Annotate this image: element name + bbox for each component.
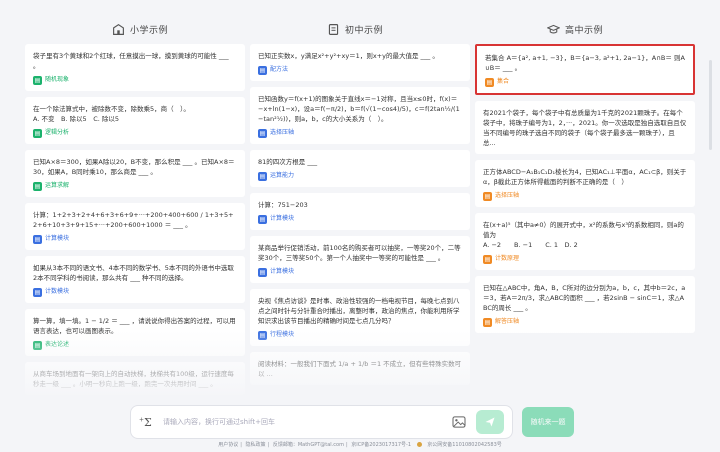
question-card[interactable]: 已知函数y＝f(x+1)的图象关于直线x＝−1对称，且当x≤0时，f(x)＝−x… bbox=[250, 87, 470, 144]
header-primary-label: 小学示例 bbox=[129, 25, 168, 36]
question-card[interactable]: 正方体ABCD−A₁B₁C₁D₁棱长为4，已知AC₁⊥平面α，AC₁⊂β，则关于… bbox=[475, 160, 695, 207]
footer-police-record[interactable]: 京公网安备11010802042583号 bbox=[427, 442, 502, 448]
header-high[interactable]: 高中示例 bbox=[475, 18, 675, 40]
question-text: 阅读材料：一般我们下面式 1/a + 1/b ＝1 不成立，但有些特殊实数可以 … bbox=[258, 360, 462, 378]
tag-badge[interactable]: ▤ 运算求解 bbox=[33, 181, 69, 191]
question-text: 从商车场到地面有一架向上的自动扶梯，扶梯共有100级，运行速度每秒走一级 ___… bbox=[33, 370, 234, 388]
question-text: 已知在△ABC中，角A，B，C所对的边分别为a，b，c，其中b＝2c，a＝3，若… bbox=[483, 284, 686, 312]
tag-badge[interactable]: ▤ 计算模块 bbox=[258, 267, 294, 277]
question-input-bar: +Σ bbox=[130, 405, 513, 439]
image-upload-icon[interactable] bbox=[452, 416, 466, 428]
tag-icon: ▤ bbox=[483, 254, 492, 264]
question-card[interactable]: 从商车场到地面有一架向上的自动扶梯，扶梯共有100级，运行速度每秒走一级 ___… bbox=[25, 362, 245, 395]
footer-privacy-policy[interactable]: 隐私政策 bbox=[246, 442, 266, 448]
question-text: 计算：751−203 bbox=[258, 201, 308, 209]
tag-icon: ▤ bbox=[258, 171, 267, 181]
tag-icon: ▤ bbox=[258, 330, 267, 340]
tag-badge[interactable]: ▤ 表达论述 bbox=[33, 340, 69, 350]
question-card[interactable]: 央视《焦点访谈》是时事、政治性较强的一档电视节目，每晚七点到八点之间时针与分针重… bbox=[250, 289, 470, 346]
high-school-icon bbox=[546, 24, 560, 33]
question-card[interactable]: 已知正实数x，y满足x²+y²+xy＝1，则x+y的最大值是 ___ 。 ▤ 配方… bbox=[250, 44, 470, 81]
primary-column: 袋子里有3个黄球和2个红球，任意摸出一球，摸到黄球的可能性 ___ 。 ▤ 随机现… bbox=[25, 44, 245, 401]
tag-badge[interactable]: ▤ 逻辑分析 bbox=[33, 128, 69, 138]
tag-badge[interactable]: ▤ 计数模块 bbox=[33, 287, 69, 297]
tag-icon: ▤ bbox=[33, 287, 42, 297]
question-card[interactable]: 计算：1+2+3+2+4+6+3+6+9+···+200+400+600 / 1… bbox=[25, 203, 245, 250]
footer-icp[interactable]: 京ICP备2023017317号-1 bbox=[351, 442, 411, 448]
tag-icon: ▤ bbox=[258, 65, 267, 75]
tag-icon: ▤ bbox=[33, 181, 42, 191]
police-badge-icon bbox=[416, 442, 422, 447]
footer-feedback-email: 反馈邮箱：MathGPT@tal.com bbox=[272, 442, 344, 448]
send-icon bbox=[485, 417, 495, 427]
question-text: 在(x+a)⁵（其中a≠0）的展开式中，x²的系数与x³的系数相同，则a的值为 bbox=[483, 221, 684, 239]
question-card[interactable]: 在一个除法算式中，被除数不变，除数乘5，商（ ）。 A. 不变 B. 除以5 C… bbox=[25, 97, 245, 144]
question-card[interactable]: 阅读材料：一般我们下面式 1/a + 1/b ＝1 不成立，但有些特殊实数可以 … bbox=[250, 352, 470, 385]
tag-icon: ▤ bbox=[33, 340, 42, 350]
question-card[interactable]: 在(x+a)⁵（其中a≠0）的展开式中，x²的系数与x³的系数相同，则a的值为 … bbox=[475, 213, 695, 270]
question-text: 已知正实数x，y满足x²+y²+xy＝1，则x+y的最大值是 ___ 。 bbox=[258, 52, 439, 60]
tag-badge[interactable]: ▤ 运算能力 bbox=[258, 171, 294, 181]
footer-user-agreement[interactable]: 用户协议 bbox=[218, 442, 238, 448]
question-text: 袋子里有3个黄球和2个红球，任意摸出一球，摸到黄球的可能性 ___ 。 bbox=[33, 52, 229, 70]
question-card[interactable]: 已知在△ABC中，角A，B，C所对的边分别为a，b，c，其中b＝2c，a＝3，若… bbox=[475, 276, 695, 333]
tag-icon: ▤ bbox=[258, 214, 267, 224]
question-text: 81的四次方根是 ___ bbox=[258, 158, 318, 166]
question-options: A. −2 B. −1 C. 1 D. 2 bbox=[483, 241, 578, 249]
middle-school-icon bbox=[328, 23, 339, 35]
tag-icon: ▤ bbox=[483, 317, 492, 327]
tag-badge[interactable]: ▤ 选择压轴 bbox=[483, 191, 519, 201]
tag-badge[interactable]: ▤ 选择压轴 bbox=[258, 128, 294, 138]
question-text: 计算：1+2+3+2+4+6+3+6+9+···+200+400+600 / 1… bbox=[33, 211, 234, 229]
high-column: 若集合 A＝{a², a+1, −3}，B＝{a−3, a²+1, 2a−1}，… bbox=[475, 44, 695, 339]
question-card[interactable]: 计算：751−203 ▤ 计算模块 bbox=[250, 193, 470, 230]
question-text: 算一算，填一填。1 − 1/2 ＝ ___ ，请说说你得出答案的过程，可以用语言… bbox=[33, 317, 236, 335]
question-card[interactable]: 如果从3本不同的语文书、4本不同的数学书、5本不同的外语书中选取2本不同学科的书… bbox=[25, 256, 245, 303]
middle-column: 已知正实数x，y满足x²+y²+xy＝1，则x+y的最大值是 ___ 。 ▤ 配方… bbox=[250, 44, 470, 391]
question-text: 如果从3本不同的语文书、4本不同的数学书、5本不同的外语书中选取2本不同学科的书… bbox=[33, 264, 234, 282]
question-text: 已知函数y＝f(x+1)的图象关于直线x＝−1对称，且当x≤0时，f(x)＝−x… bbox=[258, 95, 460, 123]
tag-icon: ▤ bbox=[258, 128, 267, 138]
tag-icon: ▤ bbox=[485, 77, 494, 87]
tag-badge[interactable]: ▤ 计算模块 bbox=[258, 214, 294, 224]
question-text: 正方体ABCD−A₁B₁C₁D₁棱长为4，已知AC₁⊥平面α，AC₁⊂β，则关于… bbox=[483, 168, 687, 186]
question-text: 若集合 A＝{a², a+1, −3}，B＝{a−3, a²+1, 2a−1}，… bbox=[485, 54, 685, 72]
question-card[interactable]: 算一算，填一填。1 − 1/2 ＝ ___ ，请说说你得出答案的过程，可以用语言… bbox=[25, 309, 245, 356]
question-card[interactable]: 有2021个袋子，每个袋子中有总质量为1千克的2021颗珠子。在每个袋子中，将珠… bbox=[475, 101, 695, 154]
question-text: 在一个除法算式中，被除数不变，除数乘5，商（ ）。 bbox=[33, 105, 190, 113]
tag-badge[interactable]: ▤ 集合 bbox=[485, 77, 509, 87]
header-middle[interactable]: 初中示例 bbox=[255, 18, 455, 40]
footer: 用户协议 | 隐私政策 | 反馈邮箱：MathGPT@tal.com | 京ICP备2… bbox=[218, 442, 502, 448]
question-text: 有2021个袋子，每个袋子中有总质量为1千克的2021颗珠子。在每个袋子中，将珠… bbox=[483, 109, 687, 147]
scrollbar[interactable] bbox=[709, 60, 712, 150]
question-card-highlighted[interactable]: 若集合 A＝{a², a+1, −3}，B＝{a−3, a²+1, 2a−1}，… bbox=[475, 44, 695, 95]
question-text: 某商品举行促销活动，前100名的购买者可以抽奖，一等奖20个，二等奖30个，三等… bbox=[258, 244, 461, 262]
tag-icon: ▤ bbox=[33, 234, 42, 244]
tag-badge[interactable]: ▤ 配方法 bbox=[258, 65, 288, 75]
question-text: 央视《焦点访谈》是时事、政治性较强的一档电视节目，每晚七点到八点之间时针与分针重… bbox=[258, 297, 460, 325]
primary-school-icon bbox=[113, 23, 124, 35]
tag-icon: ▤ bbox=[33, 75, 42, 85]
question-options: A. 不变 B. 除以5 C. 除以5 bbox=[33, 115, 119, 123]
tag-icon: ▤ bbox=[258, 267, 267, 277]
tag-badge[interactable]: ▤ 解答压轴 bbox=[483, 317, 519, 327]
tag-badge[interactable]: ▤ 随机现象 bbox=[33, 75, 69, 85]
random-question-button[interactable]: 随机来一题 bbox=[522, 407, 574, 437]
header-primary[interactable]: 小学示例 bbox=[40, 18, 240, 40]
question-card[interactable]: 81的四次方根是 ___ ▤ 运算能力 bbox=[250, 150, 470, 187]
header-high-label: 高中示例 bbox=[564, 25, 603, 36]
header-middle-label: 初中示例 bbox=[344, 25, 383, 36]
tag-badge[interactable]: ▤ 计数原理 bbox=[483, 254, 519, 264]
tag-badge[interactable]: ▤ 行程模块 bbox=[258, 330, 294, 340]
send-button[interactable] bbox=[476, 410, 504, 434]
question-card[interactable]: 袋子里有3个黄球和2个红球，任意摸出一球，摸到黄球的可能性 ___ 。 ▤ 随机现… bbox=[25, 44, 245, 91]
tag-badge[interactable]: ▤ 计算模块 bbox=[33, 234, 69, 244]
tag-icon: ▤ bbox=[483, 191, 492, 201]
tag-icon: ▤ bbox=[33, 128, 42, 138]
question-card[interactable]: 已知A×8＝300，如果A除以20，B不变，那么积是 ___ 。已知A×8＝30… bbox=[25, 150, 245, 197]
formula-icon[interactable]: +Σ bbox=[139, 416, 155, 429]
question-text: 已知A×8＝300，如果A除以20，B不变，那么积是 ___ 。已知A×8＝30… bbox=[33, 158, 235, 176]
question-card[interactable]: 某商品举行促销活动，前100名的购买者可以抽奖，一等奖20个，二等奖30个，三等… bbox=[250, 236, 470, 283]
question-input[interactable] bbox=[163, 418, 452, 426]
